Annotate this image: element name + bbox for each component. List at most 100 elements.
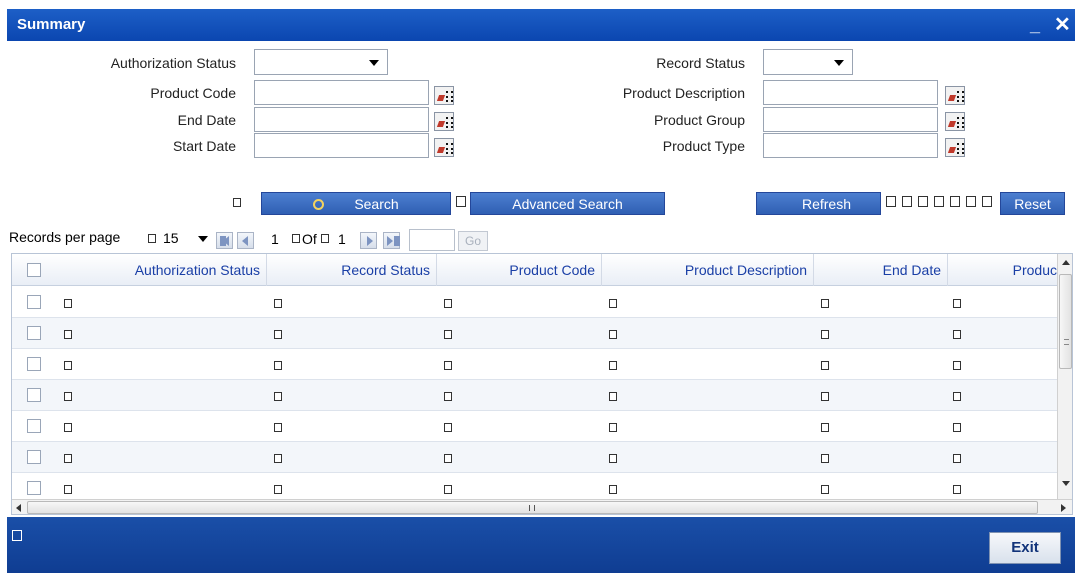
record-status-select[interactable]	[763, 49, 853, 75]
row-checkbox[interactable]	[27, 419, 41, 433]
select-all-checkbox[interactable]	[27, 263, 41, 277]
column-product-type[interactable]: Produc	[948, 254, 1057, 286]
column-authorization-status[interactable]: Authorization Status	[57, 254, 267, 286]
refresh-button[interactable]: Refresh	[756, 192, 881, 215]
row-checkbox[interactable]	[27, 295, 41, 309]
table-cell	[274, 485, 282, 494]
next-page-button[interactable]	[360, 232, 377, 249]
placeholder-glyph-icon	[292, 234, 300, 243]
column-end-date[interactable]: End Date	[814, 254, 948, 286]
product-group-field[interactable]	[763, 107, 938, 132]
column-record-status[interactable]: Record Status	[267, 254, 437, 286]
search-icon	[313, 199, 325, 210]
table-cell	[821, 361, 829, 370]
horizontal-scroll-thumb[interactable]	[27, 501, 1038, 514]
placeholder-glyph-icon	[966, 196, 976, 207]
table-cell	[64, 485, 72, 494]
table-cell	[64, 392, 72, 401]
table-row[interactable]	[12, 380, 1057, 411]
start-date-field[interactable]	[254, 133, 429, 158]
close-button[interactable]: ✕	[1054, 12, 1071, 37]
total-pages: 1	[338, 231, 346, 247]
table-cell	[821, 299, 829, 308]
scroll-down-icon[interactable]	[1062, 481, 1070, 486]
column-product-code[interactable]: Product Code	[437, 254, 602, 286]
row-checkbox[interactable]	[27, 326, 41, 340]
product-code-lov-icon[interactable]	[434, 86, 454, 105]
reset-button[interactable]: Reset	[1000, 192, 1065, 215]
table-cell	[274, 423, 282, 432]
product-description-field[interactable]	[763, 80, 938, 105]
vertical-scrollbar[interactable]	[1057, 254, 1072, 499]
product-code-field[interactable]	[254, 80, 429, 105]
placeholder-glyph-icon	[950, 196, 960, 207]
product-group-label: Product Group	[653, 112, 745, 128]
table-cell	[444, 454, 452, 463]
page-number-input[interactable]	[409, 229, 455, 251]
row-checkbox[interactable]	[27, 481, 41, 495]
placeholder-glyph-icon	[902, 196, 912, 207]
table-cell	[821, 392, 829, 401]
advanced-search-button[interactable]: Advanced Search	[470, 192, 665, 215]
product-type-lov-icon[interactable]	[945, 138, 965, 157]
table-row[interactable]	[12, 318, 1057, 349]
product-group-lov-icon[interactable]	[945, 112, 965, 131]
table-cell	[953, 454, 961, 463]
table-cell	[64, 454, 72, 463]
product-description-label: Product Description	[622, 85, 745, 101]
row-checkbox[interactable]	[27, 450, 41, 464]
end-date-label: End Date	[177, 112, 236, 128]
next-page-icon	[367, 236, 373, 246]
chevron-down-icon	[198, 236, 208, 242]
table-cell	[444, 299, 452, 308]
table-cell	[609, 454, 617, 463]
minimize-button[interactable]: _	[1030, 15, 1040, 36]
product-description-lov-icon[interactable]	[945, 86, 965, 105]
current-page: 1	[271, 231, 279, 247]
go-button[interactable]: Go	[458, 231, 488, 251]
product-code-label: Product Code	[150, 85, 236, 101]
horizontal-scrollbar[interactable]	[12, 499, 1072, 514]
column-product-description[interactable]: Product Description	[602, 254, 814, 286]
table-row[interactable]	[12, 442, 1057, 473]
of-label: Of	[302, 231, 317, 247]
table-row[interactable]	[12, 411, 1057, 442]
product-type-field[interactable]	[763, 133, 938, 158]
summary-window: Summary _ ✕ Authorization Status Product…	[0, 0, 1075, 573]
table-cell	[274, 392, 282, 401]
placeholder-glyph-icon	[886, 196, 896, 207]
scroll-up-icon[interactable]	[1062, 260, 1070, 265]
table-cell	[64, 299, 72, 308]
scroll-left-icon[interactable]	[16, 504, 21, 512]
last-page-icon	[387, 236, 393, 246]
table-cell	[274, 361, 282, 370]
table-cell	[821, 330, 829, 339]
first-page-button[interactable]	[216, 232, 233, 249]
previous-page-button[interactable]	[237, 232, 254, 249]
results-grid: Authorization Status Record Status Produ…	[11, 253, 1073, 515]
grip-icon	[1064, 339, 1069, 345]
table-row[interactable]	[12, 287, 1057, 318]
last-page-button[interactable]	[383, 232, 400, 249]
records-per-page-select[interactable]: 15	[155, 229, 210, 251]
search-button[interactable]: Search	[261, 192, 451, 215]
chevron-down-icon	[369, 60, 379, 66]
scroll-right-icon[interactable]	[1061, 504, 1066, 512]
authorization-status-select[interactable]	[254, 49, 388, 75]
end-date-lov-icon[interactable]	[434, 112, 454, 131]
table-cell	[609, 485, 617, 494]
table-cell	[609, 361, 617, 370]
table-cell	[821, 485, 829, 494]
vertical-scroll-thumb[interactable]	[1059, 274, 1072, 369]
table-cell	[609, 423, 617, 432]
exit-button[interactable]: Exit	[989, 532, 1061, 564]
table-cell	[64, 361, 72, 370]
row-checkbox[interactable]	[27, 388, 41, 402]
row-checkbox[interactable]	[27, 357, 41, 371]
end-date-field[interactable]	[254, 107, 429, 132]
table-row[interactable]	[12, 349, 1057, 380]
table-cell	[821, 454, 829, 463]
start-date-lov-icon[interactable]	[434, 138, 454, 157]
product-type-label: Product Type	[662, 138, 745, 154]
table-cell	[444, 361, 452, 370]
